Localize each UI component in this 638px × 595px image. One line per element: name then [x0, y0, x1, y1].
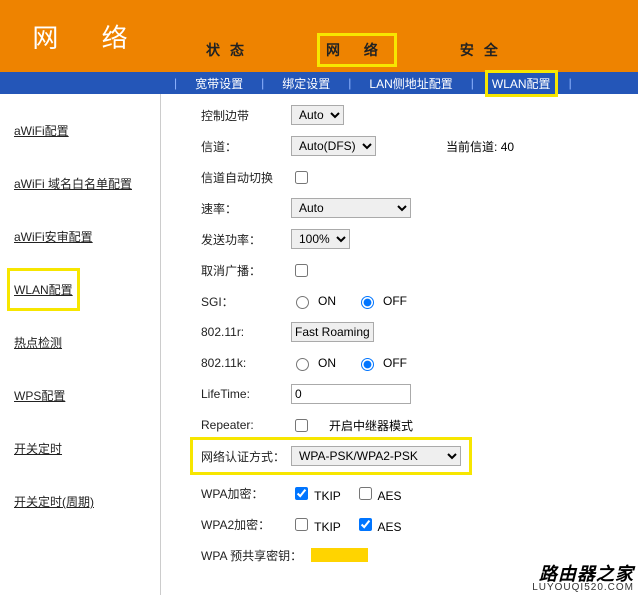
fast-roaming-button[interactable]: Fast Roaming — [291, 322, 374, 342]
wpa-tkip-checkbox[interactable] — [295, 487, 308, 500]
repeater-checkbox[interactable] — [295, 419, 308, 432]
txpower-label: 发送功率： — [201, 231, 291, 248]
current-channel-value: 40 — [501, 140, 514, 154]
tab-security[interactable]: 安全 — [454, 36, 514, 64]
wpa-aes-checkbox[interactable] — [359, 487, 372, 500]
sidebar-item-awifi-whitelist[interactable]: aWiFi 域名白名单配置 — [10, 165, 136, 202]
lifetime-label: LifeTime: — [201, 387, 291, 401]
watermark-url: LUYOUQI520.COM — [532, 583, 634, 593]
auth-label: 网络认证方式： — [201, 448, 291, 465]
channel-label: 信道： — [201, 138, 291, 155]
dot11k-on-label: ON — [318, 356, 336, 370]
auto-switch-label: 信道自动切换 — [201, 169, 291, 186]
tab-status[interactable]: 状态 — [200, 36, 260, 64]
wpa-tkip-label: TKIP — [314, 489, 341, 503]
sidebar-item-schedule[interactable]: 开关定时 — [10, 430, 66, 467]
sideband-label: 控制边带 — [201, 107, 291, 124]
sgi-on-radio[interactable] — [296, 296, 309, 309]
separator: | — [348, 76, 351, 90]
auth-select[interactable]: WPA-PSK/WPA2-PSK — [291, 446, 461, 466]
sidebar-item-awifi[interactable]: aWiFi配置 — [10, 112, 73, 149]
sidebar-item-schedule-periodic[interactable]: 开关定时(周期) — [10, 483, 98, 520]
dot11k-off-radio[interactable] — [361, 358, 374, 371]
auto-switch-checkbox[interactable] — [295, 171, 308, 184]
sidebar-item-awifi-audit[interactable]: aWiFi安审配置 — [10, 218, 97, 255]
subtab-broadband[interactable]: 宽带设置 — [191, 73, 247, 94]
sidebar-item-wps[interactable]: WPS配置 — [10, 377, 69, 414]
wpa2-aes-label: AES — [377, 520, 401, 534]
rate-label: 速率： — [201, 200, 291, 217]
repeater-hint: 开启中继器模式 — [329, 417, 413, 434]
channel-select[interactable]: Auto(DFS) — [291, 136, 376, 156]
sidebar: aWiFi配置 aWiFi 域名白名单配置 aWiFi安审配置 WLAN配置 热… — [0, 94, 160, 595]
sidebar-item-hotspot[interactable]: 热点检测 — [10, 324, 66, 361]
dot11k-label: 802.11k: — [201, 356, 291, 370]
sub-tabs: | 宽带设置 | 绑定设置 | LAN侧地址配置 | WLAN配置 | — [0, 72, 638, 94]
wpa-aes-label: AES — [377, 489, 401, 503]
sideband-select[interactable]: Auto — [291, 105, 344, 125]
wpa2-tkip-checkbox[interactable] — [295, 518, 308, 531]
watermark-title: 路由器之家 — [532, 565, 634, 583]
subtab-lan[interactable]: LAN侧地址配置 — [365, 73, 456, 94]
wpa2-enc-label: WPA2加密： — [201, 516, 291, 533]
current-channel-label: 当前信道: 40 — [446, 138, 514, 155]
separator: | — [471, 76, 474, 90]
txpower-select[interactable]: 100% — [291, 229, 350, 249]
sidebar-item-wlan[interactable]: WLAN配置 — [10, 271, 77, 308]
psk-label: WPA 预共享密钥： — [201, 547, 311, 564]
subtab-wlan[interactable]: WLAN配置 — [488, 73, 555, 94]
wpa-enc-label: WPA加密： — [201, 485, 291, 502]
sgi-off-label: OFF — [383, 294, 407, 308]
dot11r-label: 802.11r: — [201, 325, 291, 339]
lifetime-input[interactable] — [291, 384, 411, 404]
main-panel: 控制边带 Auto 信道： Auto(DFS) 当前信道: 40 信道自动切换 … — [160, 94, 638, 595]
cancel-broadcast-label: 取消广播： — [201, 262, 291, 279]
sgi-off-radio[interactable] — [361, 296, 374, 309]
separator: | — [174, 76, 177, 90]
dot11k-on-radio[interactable] — [296, 358, 309, 371]
app-logo: 网 络 — [0, 0, 160, 72]
wpa2-aes-checkbox[interactable] — [359, 518, 372, 531]
repeater-label: Repeater: — [201, 418, 291, 432]
dot11k-off-label: OFF — [383, 356, 407, 370]
rate-select[interactable]: Auto — [291, 198, 411, 218]
separator: | — [261, 76, 264, 90]
subtab-bind[interactable]: 绑定设置 — [278, 73, 334, 94]
tab-network[interactable]: 网 络 — [320, 36, 394, 64]
psk-value: 12345678 — [311, 548, 368, 562]
wpa2-tkip-label: TKIP — [314, 520, 341, 534]
sgi-on-label: ON — [318, 294, 336, 308]
auth-highlight: 网络认证方式： WPA-PSK/WPA2-PSK — [193, 440, 469, 472]
watermark: 路由器之家 LUYOUQI520.COM — [532, 565, 634, 593]
main-tabs: 状态 网 络 安全 — [160, 0, 638, 72]
cancel-broadcast-checkbox[interactable] — [295, 264, 308, 277]
separator: | — [569, 76, 572, 90]
sgi-label: SGI： — [201, 293, 291, 310]
